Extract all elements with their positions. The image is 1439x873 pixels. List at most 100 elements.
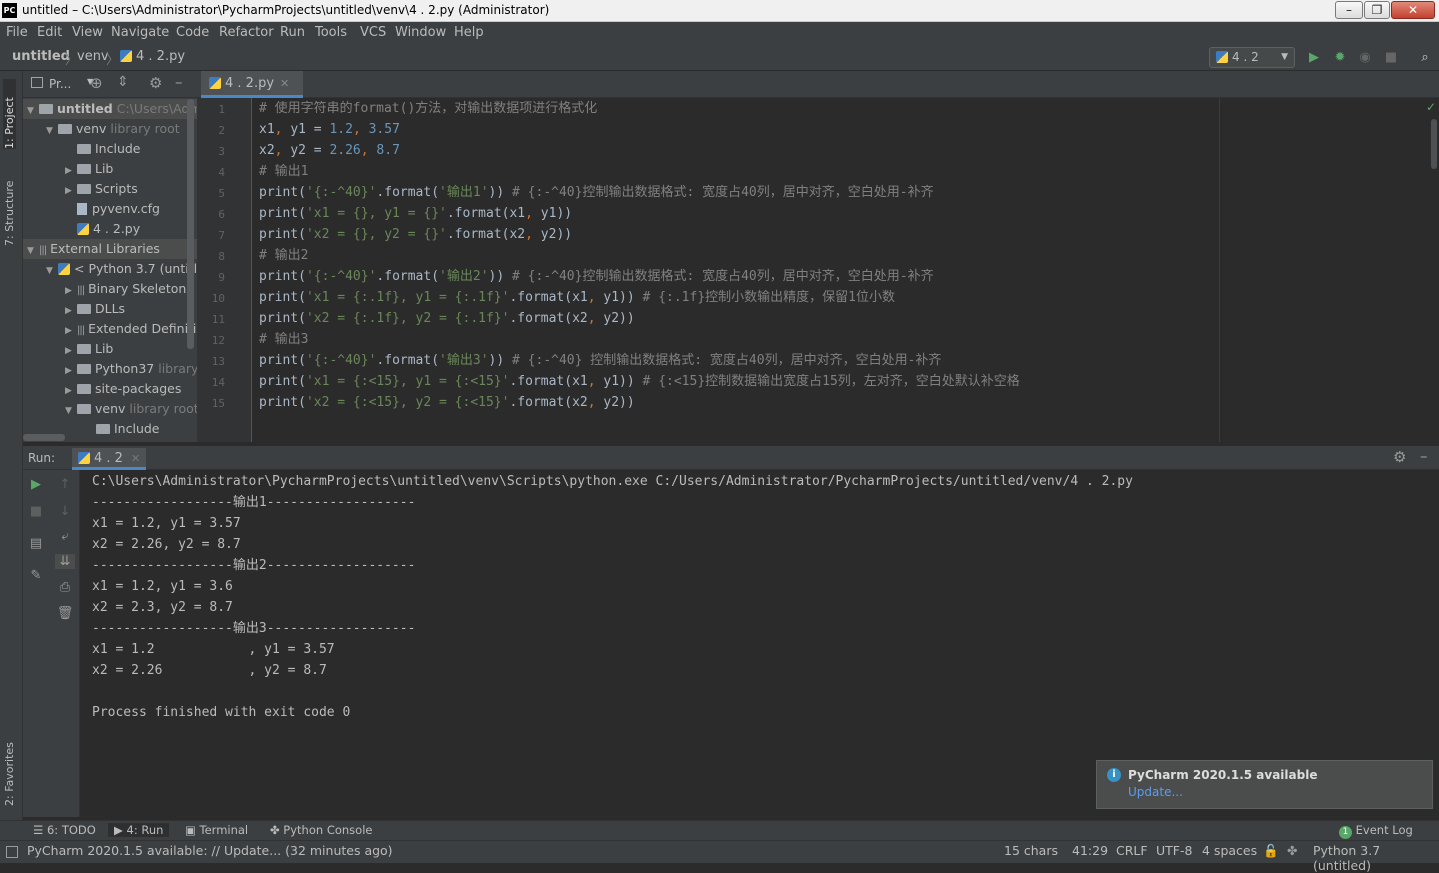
tab-terminal[interactable]: ▣ Terminal xyxy=(185,823,248,837)
python-interpreter[interactable]: Python 3.7 (untitled) xyxy=(1313,843,1439,873)
code-line[interactable]: print('x2 = {}, y2 = {}'.format(x2, y2)) xyxy=(259,224,572,245)
tab-todo[interactable]: ☰ 6: TODO xyxy=(33,823,96,837)
tree-item[interactable]: ▶ Scripts xyxy=(23,179,197,199)
chevron-down-icon[interactable]: ▼ xyxy=(65,401,77,419)
code-line[interactable]: # 使用字符串的format()方法，对输出数据项进行格式化 xyxy=(259,98,597,119)
gear-icon[interactable]: ⚙ xyxy=(149,74,162,92)
code-line[interactable]: # 输出2 xyxy=(259,245,308,266)
breadcrumb-folder[interactable]: venv xyxy=(77,49,109,64)
chevron-right-icon[interactable]: ▶ xyxy=(65,181,77,199)
tree-item[interactable]: pyvenv.cfg xyxy=(23,199,197,219)
code-line[interactable]: print('{:-^40}'.format('输出3')) # {:-^40}… xyxy=(259,350,941,371)
menu-refactor[interactable]: Refactor xyxy=(219,25,274,40)
menu-run[interactable]: Run xyxy=(280,25,305,40)
tab-python-console[interactable]: ✤ Python Console xyxy=(270,823,372,837)
editor-scrollbar[interactable] xyxy=(1431,119,1437,169)
chevron-right-icon[interactable]: ▶ xyxy=(65,381,77,399)
project-view-select[interactable]: Pr... xyxy=(49,77,71,91)
code-line[interactable]: print('x1 = {:<15}, y1 = {:<15}'.format(… xyxy=(259,371,1020,392)
tree-item[interactable]: ▶ DLLs xyxy=(23,299,197,319)
tree-item[interactable]: Include xyxy=(23,139,197,159)
menu-code[interactable]: Code xyxy=(176,25,209,40)
code-line[interactable]: print('x1 = {}, y1 = {}'.format(x1, y1)) xyxy=(259,203,572,224)
tree-scrollbar[interactable] xyxy=(187,99,194,349)
line-separator[interactable]: CRLF xyxy=(1116,843,1148,858)
code-line[interactable]: print('x1 = {:.1f}, y1 = {:.1f}'.format(… xyxy=(259,287,895,308)
chevron-down-icon[interactable]: ▼ xyxy=(46,121,58,139)
update-notification[interactable]: i PyCharm 2020.1.5 available Update... xyxy=(1096,760,1433,809)
lock-icon[interactable]: 🔓 xyxy=(1263,843,1279,859)
chevron-down-icon[interactable]: ▼ xyxy=(27,241,39,259)
chevron-right-icon[interactable]: ▶ xyxy=(65,341,77,359)
code-line[interactable]: # 输出3 xyxy=(259,329,308,350)
tree-item[interactable]: ▶ ||| Binary Skeletons xyxy=(23,279,197,299)
minimize-button[interactable]: – xyxy=(1335,1,1363,19)
tree-item[interactable]: ▶ Lib xyxy=(23,159,197,179)
tree-item[interactable]: 4 . 2.py xyxy=(23,219,197,239)
code-line[interactable]: print('x2 = {:<15}, y2 = {:<15}'.format(… xyxy=(259,392,635,413)
tree-item[interactable]: ▶ ||| Extended Definiti xyxy=(23,319,197,339)
menu-help[interactable]: Help xyxy=(454,25,484,40)
breadcrumb-file[interactable]: 4 . 2.py xyxy=(120,49,185,64)
code-line[interactable]: x1, y1 = 1.2, 3.57 xyxy=(259,119,400,140)
close-button[interactable]: ✕ xyxy=(1391,1,1435,19)
chevron-down-icon[interactable]: ▼ xyxy=(46,261,58,279)
code-line[interactable]: print('{:-^40}'.format('输出2')) # {:-^40}… xyxy=(259,266,934,287)
tab-file[interactable]: 4 . 2.py ✕ xyxy=(201,71,303,98)
tab-run[interactable]: ▶ 4: Run xyxy=(108,823,170,837)
run-configuration-select[interactable]: 4 . 2 ▼ xyxy=(1209,47,1295,68)
code-line[interactable]: x2, y2 = 2.26, 8.7 xyxy=(259,140,400,161)
search-icon[interactable]: ⌕ xyxy=(1416,49,1434,67)
menu-tools[interactable]: Tools xyxy=(315,25,347,40)
hide-icon[interactable]: – xyxy=(175,73,183,91)
code-line[interactable]: print('{:-^40}'.format('输出1')) # {:-^40}… xyxy=(259,182,934,203)
tree-item[interactable]: ▼ venv library root xyxy=(23,119,197,139)
menu-vcs[interactable]: VCS xyxy=(360,25,386,40)
menu-edit[interactable]: Edit xyxy=(37,25,62,40)
tool-window-toggle-icon[interactable] xyxy=(6,846,18,858)
tree-item[interactable]: ▼ < Python 3.7 (untitle xyxy=(23,259,197,279)
run-icon[interactable]: ▶ xyxy=(1305,49,1323,67)
chevron-right-icon[interactable]: ▶ xyxy=(65,301,77,319)
maximize-button[interactable]: ❐ xyxy=(1364,1,1390,19)
chevron-right-icon[interactable]: ▶ xyxy=(65,281,77,299)
run-tab[interactable]: 4 . 2 ✕ xyxy=(72,448,147,470)
menu-view[interactable]: View xyxy=(72,25,103,40)
close-tab-icon[interactable]: ✕ xyxy=(280,77,289,90)
collapse-icon[interactable]: ⇕ xyxy=(117,74,129,90)
update-link[interactable]: Update... xyxy=(1128,785,1183,799)
code-line[interactable]: print('x2 = {:.1f}, y2 = {:.1f}'.format(… xyxy=(259,308,635,329)
tree-item[interactable]: ▼ venv library root xyxy=(23,399,197,419)
tab-project[interactable]: 1: Project xyxy=(3,79,16,149)
chevron-down-icon[interactable]: ▼ xyxy=(27,101,39,119)
menu-navigate[interactable]: Navigate xyxy=(111,25,169,40)
stop-icon[interactable]: ■ xyxy=(1382,49,1400,67)
close-tab-icon[interactable]: ✕ xyxy=(131,452,140,465)
tree-item[interactable]: ▶ Lib xyxy=(23,339,197,359)
tab-favorites[interactable]: 2: Favorites xyxy=(3,726,16,806)
chevron-right-icon[interactable]: ▶ xyxy=(65,361,77,379)
status-message[interactable]: PyCharm 2020.1.5 available: // Update...… xyxy=(27,843,393,858)
debug-icon[interactable]: ✹ xyxy=(1331,49,1349,67)
gear-icon[interactable]: ⚙ xyxy=(1393,448,1406,466)
tree-item[interactable]: ▶ Python37 library xyxy=(23,359,197,379)
coverage-icon[interactable]: ◉ xyxy=(1356,49,1374,67)
tree-item[interactable]: ▶ site-packages xyxy=(23,379,197,399)
code-area[interactable]: # 使用字符串的format()方法，对输出数据项进行格式化 x1, y1 = 1… xyxy=(197,98,1439,442)
chevron-right-icon[interactable]: ▶ xyxy=(65,321,77,339)
tab-event-log[interactable]: 1 Event Log xyxy=(1339,823,1413,839)
tree-item[interactable]: ▼ untitled C:\Users\Adm xyxy=(23,99,197,119)
indent-setting[interactable]: 4 spaces xyxy=(1202,843,1257,858)
code-line[interactable]: # 输出1 xyxy=(259,161,308,182)
file-encoding[interactable]: UTF-8 xyxy=(1156,843,1192,858)
locate-icon[interactable]: ⊕ xyxy=(90,74,103,92)
tree-horizontal-scrollbar[interactable] xyxy=(23,434,65,441)
tab-structure[interactable]: 7: Structure xyxy=(3,166,16,246)
tree-item[interactable]: ▼ ||| External Libraries xyxy=(23,239,197,259)
menu-window[interactable]: Window xyxy=(395,25,446,40)
hide-icon[interactable]: – xyxy=(1420,447,1428,465)
chevron-right-icon[interactable]: ▶ xyxy=(65,161,77,179)
menu-file[interactable]: File xyxy=(6,25,28,40)
cursor-position[interactable]: 41:29 xyxy=(1072,843,1108,858)
breadcrumb-project[interactable]: untitled xyxy=(12,49,70,64)
